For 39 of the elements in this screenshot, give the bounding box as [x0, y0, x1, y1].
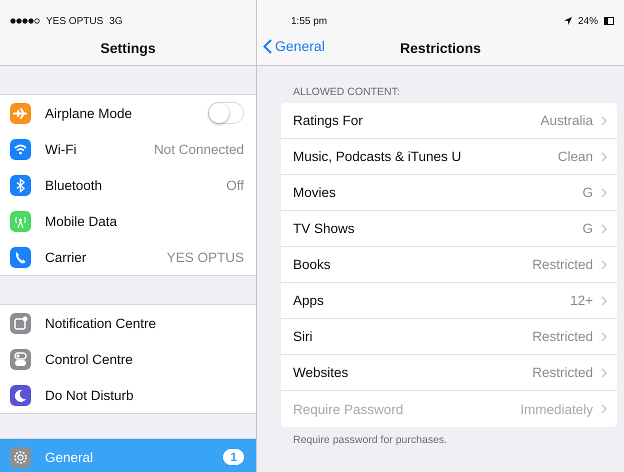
chevron-icon — [601, 224, 607, 234]
settings-row[interactable]: Airplane Mode — [0, 95, 256, 131]
settings-row[interactable]: Bluetooth Off — [0, 167, 256, 203]
toggle-switch[interactable] — [208, 102, 244, 124]
sidebar-title: Settings — [100, 40, 156, 56]
battery-icon — [604, 17, 614, 25]
chevron-icon — [601, 188, 607, 198]
settings-row[interactable]: Do Not Disturb — [0, 377, 256, 413]
carrier-name: YES OPTUS — [46, 16, 104, 26]
status-time: 1:55 pm — [291, 16, 328, 26]
settings-row[interactable]: Carrier YES OPTUS — [0, 239, 256, 275]
settings-row[interactable]: Mobile Data — [0, 203, 256, 239]
chevron-icon — [601, 404, 607, 414]
settings-row[interactable]: Notification Centre — [0, 305, 256, 341]
back-button[interactable]: General — [263, 38, 325, 54]
page-title: Restrictions — [400, 40, 481, 56]
restriction-row[interactable]: Ratings For Australia — [281, 103, 617, 139]
chevron-icon — [601, 368, 607, 378]
network-type: 3G — [109, 16, 123, 26]
restriction-row[interactable]: Apps 12+ — [281, 283, 617, 319]
chevron-icon — [601, 116, 607, 126]
restriction-row[interactable]: Siri Restricted — [281, 319, 617, 355]
settings-row[interactable]: Control Centre — [0, 341, 256, 377]
section-footer: Require password for purchases. — [293, 434, 624, 446]
chevron-icon — [601, 260, 607, 270]
chevron-icon — [601, 296, 607, 306]
battery-percent: 24% — [578, 16, 598, 26]
settings-row[interactable]: Wi-Fi Not Connected — [0, 131, 256, 167]
restriction-row[interactable]: TV Shows G — [281, 211, 617, 247]
section-header: ALLOWED CONTENT: — [293, 86, 401, 98]
signal-icon — [10, 18, 40, 24]
restriction-row[interactable]: Music, Podcasts & iTunes U Clean — [281, 139, 617, 175]
location-icon — [564, 17, 572, 25]
back-chevron-icon — [263, 38, 272, 54]
restriction-row[interactable]: Books Restricted — [281, 247, 617, 283]
restriction-row[interactable]: Movies G — [281, 175, 617, 211]
chevron-icon — [601, 152, 607, 162]
chevron-icon — [601, 332, 607, 342]
restriction-row[interactable]: Websites Restricted — [281, 355, 617, 391]
